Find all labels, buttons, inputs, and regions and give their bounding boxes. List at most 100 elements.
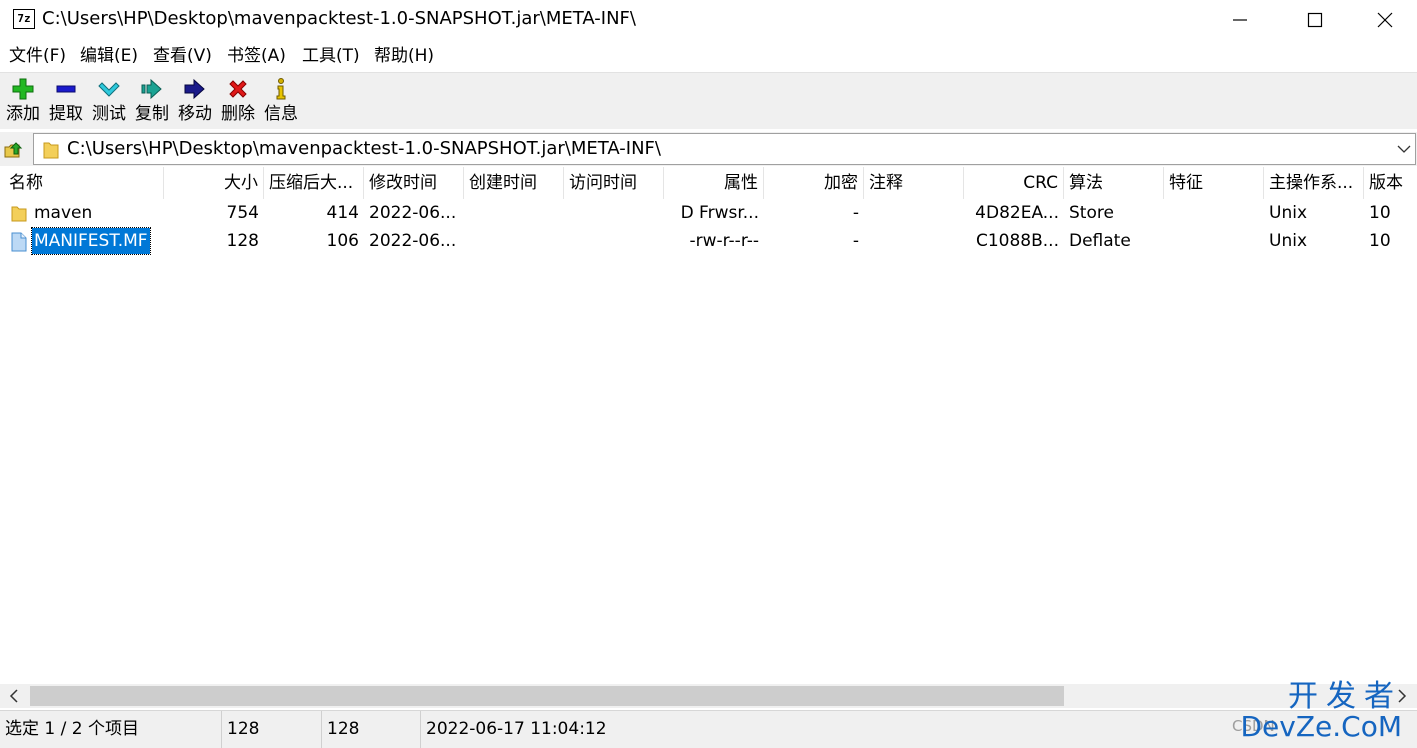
address-bar: C:\Users\HP\Desktop\mavenpacktest-1.0-SN… xyxy=(0,132,1417,166)
up-folder-icon xyxy=(4,142,23,158)
toolbar: 添加 提取 测试 复制 移动 删除 信息 xyxy=(0,72,1417,129)
menu-edit[interactable]: 编辑(E) xyxy=(80,45,138,67)
menu-help[interactable]: 帮助(H) xyxy=(374,45,434,67)
row-modified: 2022-06... xyxy=(369,231,457,251)
column-created[interactable]: 创建时间 xyxy=(464,167,564,199)
row-size: 754 xyxy=(226,203,259,223)
maximize-icon xyxy=(1307,12,1323,28)
info-label: 信息 xyxy=(264,104,298,124)
column-host-os[interactable]: 主操作系... xyxy=(1264,167,1364,199)
delete-button[interactable]: 删除 xyxy=(218,77,258,127)
app-7zip-icon: 7z xyxy=(13,9,35,29)
copy-button[interactable]: 复制 xyxy=(132,77,172,127)
check-icon xyxy=(89,77,129,103)
column-characteristics[interactable]: 特征 xyxy=(1164,167,1264,199)
plus-icon xyxy=(3,77,43,103)
menu-file[interactable]: 文件(F) xyxy=(9,45,66,67)
row-crc: C1088B... xyxy=(975,231,1059,251)
menu-bar: 文件(F) 编辑(E) 查看(V) 书签(A) 工具(T) 帮助(H) xyxy=(0,42,1417,70)
row-attributes: D Frwsr... xyxy=(680,203,759,223)
column-accessed[interactable]: 访问时间 xyxy=(564,167,664,199)
path-text: C:\Users\HP\Desktop\mavenpacktest-1.0-SN… xyxy=(67,138,661,159)
maximize-button[interactable] xyxy=(1280,0,1350,40)
path-input[interactable]: C:\Users\HP\Desktop\mavenpacktest-1.0-SN… xyxy=(33,133,1416,165)
row-packed-size: 106 xyxy=(326,231,359,251)
delete-label: 删除 xyxy=(221,104,255,124)
row-comment xyxy=(864,199,964,227)
minimize-icon xyxy=(1233,19,1247,21)
column-comment[interactable]: 注释 xyxy=(864,167,964,199)
chevron-down-icon[interactable] xyxy=(1397,143,1411,155)
column-crc[interactable]: CRC xyxy=(964,167,1064,199)
copy-label: 复制 xyxy=(135,104,169,124)
scroll-left-icon[interactable] xyxy=(9,689,19,703)
scrollbar-thumb[interactable] xyxy=(30,686,1064,706)
column-attributes[interactable]: 属性 xyxy=(664,167,764,199)
row-packed-size: 414 xyxy=(326,203,359,223)
row-modified: 2022-06... xyxy=(369,203,457,223)
column-encrypted[interactable]: 加密 xyxy=(764,167,864,199)
move-arrow-icon xyxy=(175,77,215,103)
extract-label: 提取 xyxy=(49,104,83,124)
move-label: 移动 xyxy=(178,104,212,124)
watermark-line3: DevZe.CoM xyxy=(1240,710,1402,743)
test-label: 测试 xyxy=(92,104,126,124)
folder-icon xyxy=(11,206,27,222)
delete-x-icon xyxy=(218,77,258,103)
up-folder-button[interactable] xyxy=(3,138,25,160)
add-label: 添加 xyxy=(6,104,40,124)
row-characteristics xyxy=(1164,199,1264,227)
status-bar: 选定 1 / 2 个项目 128 128 2022-06-17 11:04:12 xyxy=(0,710,1417,748)
status-packed-size: 128 xyxy=(322,711,421,748)
close-icon xyxy=(1377,12,1393,28)
row-size: 128 xyxy=(226,231,259,251)
menu-tools[interactable]: 工具(T) xyxy=(302,45,360,67)
window-title: C:\Users\HP\Desktop\mavenpacktest-1.0-SN… xyxy=(42,8,636,29)
table-row[interactable]: maven 754 414 2022-06... D Frwsr... - 4D… xyxy=(0,199,1417,227)
title-bar: 7z C:\Users\HP\Desktop\mavenpacktest-1.0… xyxy=(0,0,1417,40)
column-version[interactable]: 版本 xyxy=(1364,167,1417,199)
watermark-line1: 开发者 xyxy=(1288,679,1402,714)
minus-icon xyxy=(46,77,86,103)
column-modified[interactable]: 修改时间 xyxy=(364,167,464,199)
row-created xyxy=(464,227,564,255)
file-icon xyxy=(11,232,27,252)
watermark: 开发者 CSDN DevZe.CoM xyxy=(1232,680,1412,746)
column-method[interactable]: 算法 xyxy=(1064,167,1164,199)
row-version: 10 xyxy=(1369,203,1391,223)
row-method: Deflate xyxy=(1069,231,1131,251)
row-host-os: Unix xyxy=(1269,203,1308,223)
file-list: 名称 大小 压缩后大... 修改时间 创建时间 访问时间 属性 加密 注释 CR… xyxy=(0,167,1417,684)
move-button[interactable]: 移动 xyxy=(175,77,215,127)
folder-icon xyxy=(43,142,59,159)
row-created xyxy=(464,199,564,227)
menu-bookmarks[interactable]: 书签(A) xyxy=(227,45,286,67)
horizontal-scrollbar[interactable] xyxy=(0,684,1417,708)
row-characteristics xyxy=(1164,227,1264,255)
row-encrypted: - xyxy=(852,231,859,251)
add-button[interactable]: 添加 xyxy=(3,77,43,127)
status-modified: 2022-06-17 11:04:12 xyxy=(426,719,607,739)
column-name[interactable]: 名称 xyxy=(4,167,164,199)
close-button[interactable] xyxy=(1350,0,1417,40)
table-row[interactable]: MANIFEST.MF 128 106 2022-06... -rw-r--r-… xyxy=(0,227,1417,255)
row-comment xyxy=(864,227,964,255)
row-attributes: -rw-r--r-- xyxy=(689,231,759,251)
extract-button[interactable]: 提取 xyxy=(46,77,86,127)
row-method: Store xyxy=(1069,203,1114,223)
info-button[interactable]: 信息 xyxy=(261,77,301,127)
menu-view[interactable]: 查看(V) xyxy=(153,45,212,67)
column-size[interactable]: 大小 xyxy=(164,167,264,199)
row-name: MANIFEST.MF xyxy=(31,227,151,255)
row-host-os: Unix xyxy=(1269,231,1308,251)
row-encrypted: - xyxy=(852,203,859,223)
test-button[interactable]: 测试 xyxy=(89,77,129,127)
copy-arrow-icon xyxy=(132,77,172,103)
row-accessed xyxy=(564,199,664,227)
minimize-button[interactable] xyxy=(1205,0,1275,40)
status-selection: 选定 1 / 2 个项目 xyxy=(0,711,222,748)
row-version: 10 xyxy=(1369,231,1391,251)
column-packed-size[interactable]: 压缩后大... xyxy=(264,167,364,199)
status-size: 128 xyxy=(222,711,322,748)
row-accessed xyxy=(564,227,664,255)
